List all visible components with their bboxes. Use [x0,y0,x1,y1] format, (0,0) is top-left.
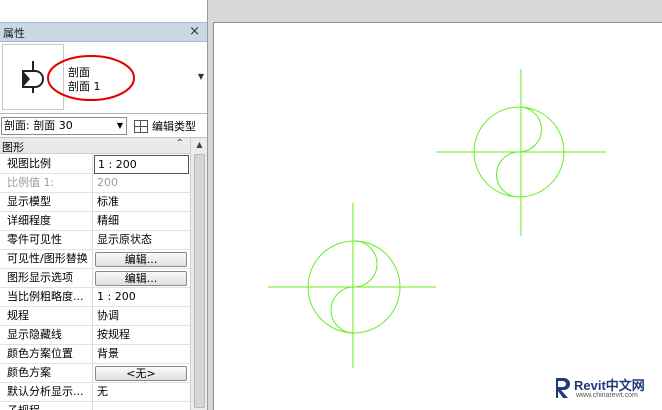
property-row[interactable]: 视图比例 1 : 200 [0,155,190,174]
property-name: 默认分析显示... [0,383,93,402]
property-row[interactable]: 默认分析显示... 无 [0,383,190,402]
properties-titlebar[interactable]: 属性 × [0,22,207,42]
property-name: 颜色方案位置 [0,345,93,364]
property-row[interactable]: 规程 协调 [0,307,190,326]
property-row[interactable]: 显示隐藏线 按规程 [0,326,190,345]
property-name: 显示模型 [0,193,93,212]
chevron-down-icon[interactable]: ▼ [198,72,204,81]
type-selector[interactable]: 剖面 剖面 1 ▼ [0,42,207,114]
section-symbol-1 [436,69,606,236]
property-value[interactable]: 标准 [94,193,189,212]
property-name: 可见性/图形替换 [0,250,93,269]
edit-type-button[interactable]: 编辑类型 [152,118,196,134]
scroll-thumb[interactable] [194,154,205,408]
property-value[interactable]: 精细 [94,212,189,231]
property-row[interactable]: 当比例粗略度... 1 : 200 [0,288,190,307]
property-row[interactable]: 颜色方案 <无> [0,364,190,383]
edit-type-icon[interactable] [134,120,148,133]
properties-scrollbar[interactable]: ▲ [190,138,207,410]
property-row[interactable]: 颜色方案位置 背景 [0,345,190,364]
property-name: 图形显示选项 [0,269,93,288]
property-name: 当比例粗略度... [0,288,93,307]
collapse-icon[interactable]: ⌃ [176,138,184,149]
property-name: 显示隐藏线 [0,326,93,345]
property-value[interactable]: 显示原状态 [94,231,189,250]
section-symbol-2 [268,203,436,368]
type-name-label: 剖面 1 [68,80,101,93]
section-tag-icon [2,44,64,110]
drawing-area[interactable] [213,22,662,410]
group-label: 图形 [2,141,24,154]
property-edit-button[interactable]: <无> [95,366,187,381]
instance-filter-dropdown[interactable]: 剖面: 剖面 30 ▼ [1,117,127,135]
watermark-logo: Revit中文网 www.chinarevit.com [550,374,660,404]
property-name: 零件可见性 [0,231,93,250]
property-value: 200 [97,176,118,189]
property-value[interactable]: 背景 [94,345,189,364]
property-edit-button[interactable]: 编辑... [95,271,187,286]
property-value[interactable]: 1 : 200 [94,155,189,174]
close-icon[interactable]: × [189,24,200,39]
property-row[interactable]: 可见性/图形替换 编辑... [0,250,190,269]
property-name: 颜色方案 [0,364,93,383]
property-edit-button[interactable]: 编辑... [95,252,187,267]
property-row[interactable]: 零件可见性 显示原状态 [0,231,190,250]
property-row[interactable]: 子规程 [0,402,190,410]
property-name: 详细程度 [0,212,93,231]
property-name: 视图比例 [0,155,93,174]
watermark-url: www.chinarevit.com [576,392,638,399]
property-row[interactable]: 图形显示选项 编辑... [0,269,190,288]
scroll-up-icon[interactable]: ▲ [191,138,207,152]
property-value[interactable]: 按规程 [94,326,189,345]
instance-filter-value: 剖面: 剖面 30 [4,119,73,132]
property-table: 视图比例 1 : 200 比例值 1: 200 显示模型 标准 详细程度 精细 零件可见性 显示原… [0,155,190,410]
view-graphics [268,69,606,368]
property-value[interactable]: 无 [94,383,189,402]
chevron-down-icon: ▼ [116,121,123,130]
instance-filter-row: 剖面: 剖面 30 ▼ 编辑类型 [0,114,207,138]
property-name: 比例值 1: [0,174,93,193]
property-row[interactable]: 比例值 1: 200 [0,174,190,193]
properties-palette: 属性 × 剖面 剖面 1 ▼ 剖面: 剖面 30 ▼ 编辑类型 图形 ⌃ 视图比… [0,0,208,410]
property-value[interactable] [94,402,189,410]
property-row[interactable]: 显示模型 标准 [0,193,190,212]
property-value[interactable]: 协调 [94,307,189,326]
property-row[interactable]: 详细程度 精细 [0,212,190,231]
revit-window: 属性 × 剖面 剖面 1 ▼ 剖面: 剖面 30 ▼ 编辑类型 图形 ⌃ 视图比… [0,0,662,410]
properties-title: 属性 [3,27,25,40]
property-name: 子规程 [0,402,93,410]
property-name: 规程 [0,307,93,326]
group-header-graphics[interactable]: 图形 ⌃ [0,138,190,154]
revit-logo-icon [556,378,570,398]
property-value[interactable]: 1 : 200 [94,288,189,307]
